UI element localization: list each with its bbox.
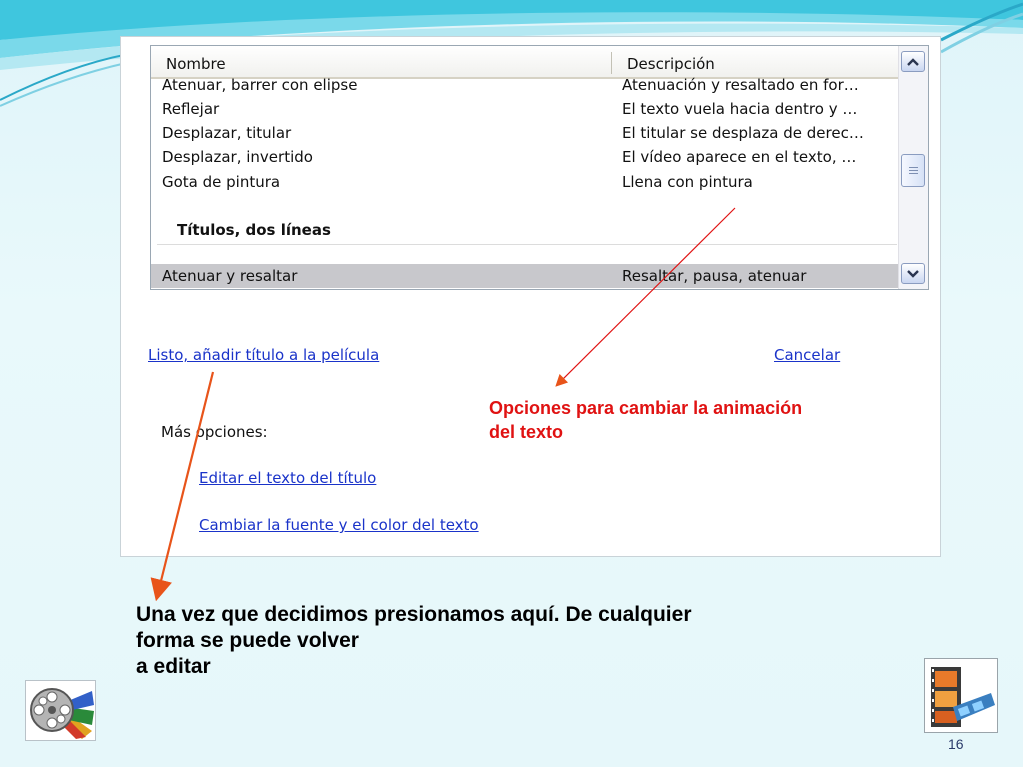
caption-line: a editar	[136, 655, 211, 678]
arrow-to-caption	[150, 371, 215, 602]
caption-line: Una vez que decidimos presionamos aquí. …	[136, 603, 692, 626]
arrow-to-options	[555, 207, 736, 387]
slide-caption: Una vez que decidimos presionamos aquí. …	[136, 602, 856, 680]
film-reel-icon	[25, 680, 96, 741]
caption-line: forma se puede volver	[136, 629, 359, 652]
page-number: 16	[948, 736, 964, 752]
film-strip-icon	[924, 658, 998, 733]
